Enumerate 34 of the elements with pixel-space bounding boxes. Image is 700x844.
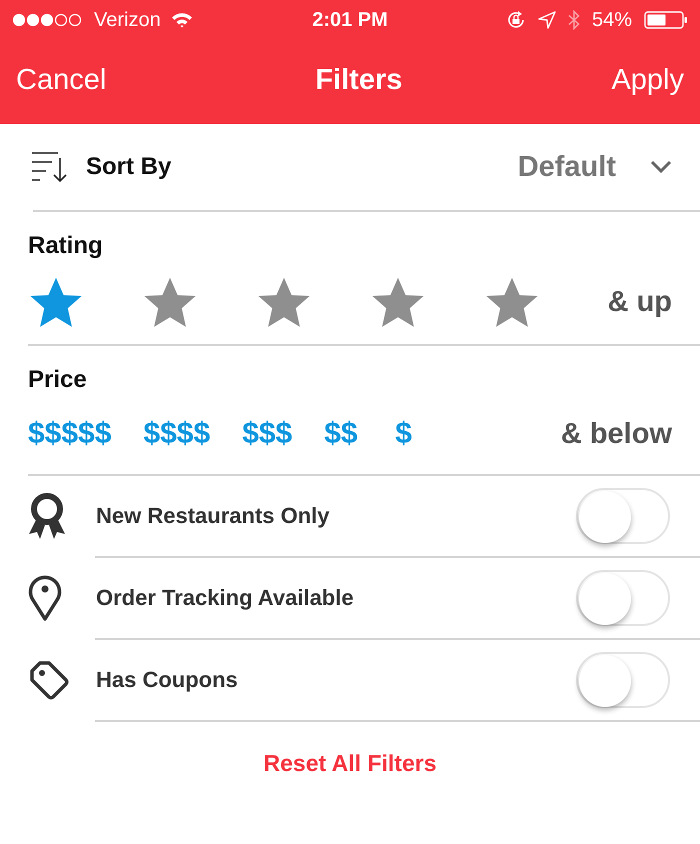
toggle-switch[interactable] [576,652,670,708]
toggle-label: Order Tracking Available [96,585,354,611]
battery-percent: 54% [592,8,632,32]
toggle-switch[interactable] [576,488,670,544]
price-option[interactable]: $$$$$ [28,417,112,451]
toggle-label: New Restaurants Only [96,503,330,529]
cancel-button[interactable]: Cancel [16,64,106,96]
tag-icon [28,659,70,701]
screen-title: Filters [315,64,402,96]
bluetooth-icon [568,10,580,30]
apply-button[interactable]: Apply [611,64,684,96]
price-option[interactable]: $$ [324,417,358,451]
signal-icon [12,13,84,27]
price-option[interactable]: $$$ [242,417,292,451]
wifi-icon [170,12,193,28]
price-option[interactable]: $$$$ [143,417,210,451]
sort-label: Sort By [86,153,172,181]
toggle-label: Has Coupons [96,667,238,693]
price-option[interactable]: $ [390,417,418,451]
location-arrow-icon [538,11,556,29]
award-ribbon-icon [28,492,66,540]
map-pin-icon [28,574,62,622]
sort-dropdown[interactable]: Default [518,150,672,184]
section-title: Price [28,366,88,394]
battery-icon [644,10,688,30]
toggle-switch[interactable] [576,570,670,626]
clock-time: 2:01 PM [312,8,388,32]
carrier-name: Verizon [94,8,161,32]
section-title: Rating [28,232,104,260]
rotation-lock-icon [506,10,526,30]
chevron-down-icon [650,160,672,174]
rating-suffix: & up [608,286,672,318]
reset-filters-link[interactable]: Reset All Filters [264,750,436,777]
price-suffix: & below [560,418,672,450]
